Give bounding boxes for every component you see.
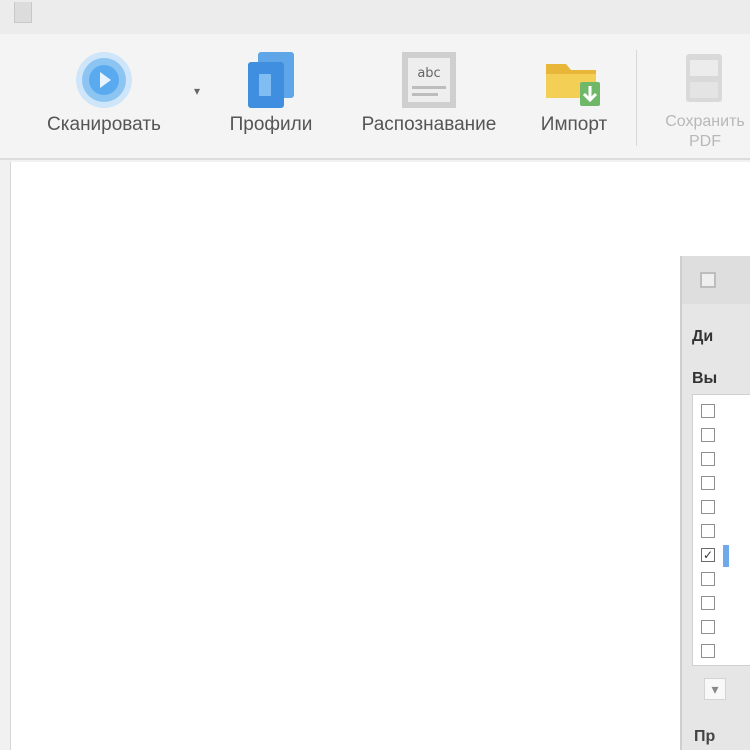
list-item[interactable] xyxy=(701,593,750,617)
scan-disc-icon xyxy=(74,50,134,115)
recognize-label: Распознавание xyxy=(361,114,497,135)
checkbox[interactable] xyxy=(701,644,715,658)
import-label: Импорт xyxy=(540,114,608,135)
ribbon-toolbar: Сканировать ▾ Профили abc Распознавание … xyxy=(0,34,750,160)
save-pdf-label: Сохранить PDF xyxy=(665,113,745,150)
expand-icon[interactable]: ▾ xyxy=(704,678,726,700)
save-pdf-icon xyxy=(680,50,728,115)
app-window: Сканировать ▾ Профили abc Распознавание … xyxy=(0,0,750,750)
panel-top-label: Ди xyxy=(692,328,714,345)
checkbox[interactable] xyxy=(701,620,715,634)
document-workspace[interactable] xyxy=(10,162,750,750)
checkbox[interactable] xyxy=(701,476,715,490)
import-button[interactable]: Импорт xyxy=(520,42,628,152)
profiles-pages-icon xyxy=(242,50,300,115)
panel-header xyxy=(682,256,750,304)
checkbox[interactable] xyxy=(701,452,715,466)
checkbox[interactable] xyxy=(701,596,715,610)
list-item[interactable] xyxy=(701,473,750,497)
checkbox[interactable] xyxy=(701,572,715,586)
list-item[interactable] xyxy=(701,401,750,425)
list-item[interactable] xyxy=(701,521,750,545)
recognize-button[interactable]: abc Распознавание xyxy=(346,42,512,152)
list-item-selected[interactable]: ✓ xyxy=(701,545,750,569)
checkbox[interactable] xyxy=(701,428,715,442)
svg-text:abc: abc xyxy=(417,66,440,81)
list-item[interactable] xyxy=(701,617,750,641)
profiles-label: Профили xyxy=(229,114,313,135)
list-item[interactable] xyxy=(701,497,750,521)
side-panel: Ди Вы ✓ ▾ Пр xyxy=(680,256,750,750)
panel-list-label: Вы xyxy=(692,370,718,387)
ocr-abc-icon: abc xyxy=(400,50,458,115)
app-icon xyxy=(14,2,32,23)
panel-footer-label: Пр xyxy=(694,728,716,745)
list-item[interactable] xyxy=(701,641,750,665)
scan-label: Сканировать xyxy=(47,114,161,135)
scan-dropdown-arrow-icon[interactable]: ▾ xyxy=(188,84,206,104)
checkbox-checked[interactable]: ✓ xyxy=(701,548,715,562)
checkbox[interactable] xyxy=(701,404,715,418)
title-bar xyxy=(0,0,750,34)
profiles-button[interactable]: Профили xyxy=(210,42,332,152)
panel-window-icon[interactable] xyxy=(700,272,716,288)
checkbox[interactable] xyxy=(701,500,715,514)
folder-import-icon xyxy=(544,50,604,115)
language-list[interactable]: ✓ xyxy=(692,394,750,666)
list-item[interactable] xyxy=(701,425,750,449)
list-item[interactable] xyxy=(701,569,750,593)
list-item[interactable] xyxy=(701,449,750,473)
save-pdf-button[interactable]: Сохранить PDF xyxy=(640,42,750,152)
scan-button[interactable]: Сканировать xyxy=(28,42,180,152)
checkbox[interactable] xyxy=(701,524,715,538)
toolbar-separator xyxy=(636,50,637,146)
selection-highlight xyxy=(723,545,729,567)
